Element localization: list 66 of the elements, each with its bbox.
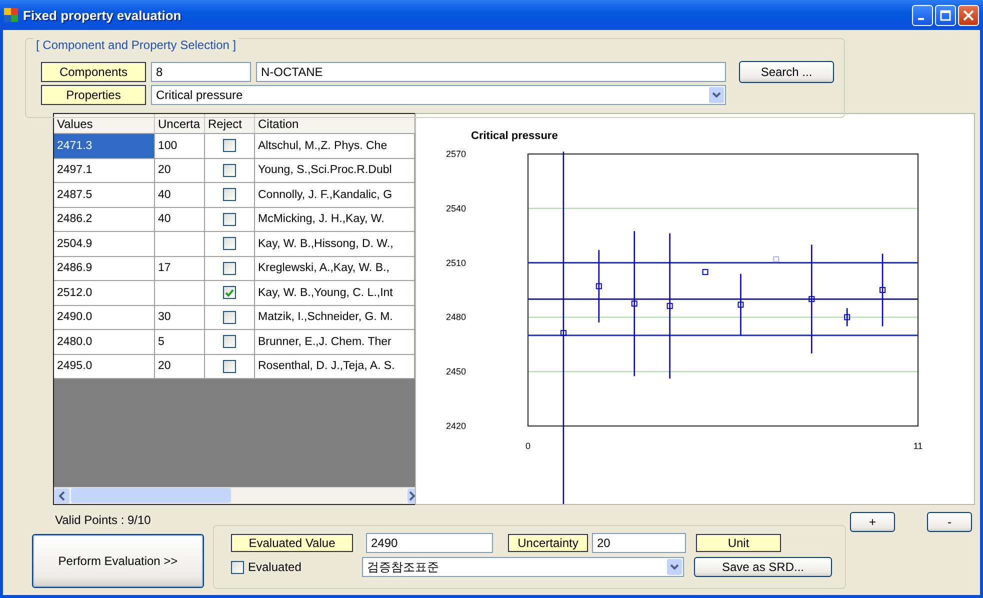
uncertainty-cell[interactable]: 20 xyxy=(155,354,205,379)
app-icon xyxy=(4,8,18,22)
search-button[interactable]: Search ... xyxy=(739,61,834,83)
scroll-thumb[interactable] xyxy=(71,488,231,503)
checkbox[interactable] xyxy=(223,237,236,250)
zoom-out-button[interactable]: - xyxy=(927,512,972,532)
data-point xyxy=(844,308,850,326)
x-tick-label: 0 xyxy=(526,441,530,451)
point xyxy=(596,283,602,290)
minimize-icon xyxy=(918,18,924,20)
point xyxy=(666,302,673,309)
data-point xyxy=(773,256,780,262)
point xyxy=(738,302,744,308)
scroll-left-icon[interactable] xyxy=(54,488,70,504)
maximize-icon xyxy=(940,10,951,20)
evaluated-label[interactable]: Evaluated xyxy=(248,560,302,574)
x-tick-label: 11 xyxy=(913,441,923,451)
evaluated-value-field[interactable]: 2490 xyxy=(366,533,493,553)
components-label: Components xyxy=(41,62,146,82)
valid-points-text: Valid Points : 9/10 xyxy=(55,513,152,527)
unit-label: Unit xyxy=(696,534,781,552)
checkbox[interactable] xyxy=(223,310,236,324)
data-point xyxy=(702,269,708,276)
perform-evaluation-button[interactable]: Perform Evaluation >> xyxy=(32,534,204,588)
point xyxy=(631,300,638,307)
group-title: [ Component and Property Selection ] xyxy=(34,38,238,52)
save-as-srd-button[interactable]: Save as SRD... xyxy=(694,557,832,577)
point xyxy=(844,314,850,320)
checkbox[interactable] xyxy=(223,335,236,348)
property-dropdown[interactable]: Critical pressure xyxy=(151,85,726,105)
value-cell[interactable]: 2495.0 xyxy=(54,354,155,379)
checkbox[interactable] xyxy=(223,212,236,226)
y-tick-label: 2480 xyxy=(446,312,466,322)
checkbox[interactable] xyxy=(223,188,236,202)
y-tick-label: 2450 xyxy=(446,366,466,377)
point xyxy=(560,330,566,336)
scroll-right-icon[interactable] xyxy=(407,488,415,504)
y-tick-label: 2420 xyxy=(446,421,466,431)
point xyxy=(808,296,815,302)
uncertainty-label: Uncertainty xyxy=(508,534,588,552)
checkbox[interactable] xyxy=(223,139,236,152)
window-title: Fixed property evaluation xyxy=(23,8,182,22)
y-tick-label: 2510 xyxy=(446,258,466,268)
horizontal-scrollbar[interactable] xyxy=(54,487,415,504)
y-tick-label: 2540 xyxy=(446,203,466,214)
value-cell[interactable]: 2471.3 xyxy=(54,134,155,158)
close-icon xyxy=(963,10,974,20)
maximize-button[interactable] xyxy=(935,4,956,26)
zoom-in-button[interactable]: + xyxy=(850,512,895,532)
component-id-field[interactable]: 8 xyxy=(151,62,251,82)
checkbox[interactable] xyxy=(223,164,236,177)
data-point xyxy=(738,274,744,336)
checkbox[interactable] xyxy=(223,360,236,373)
minimize-button[interactable] xyxy=(912,4,933,26)
uncertainty-field[interactable]: 20 xyxy=(592,533,686,553)
point xyxy=(880,287,886,293)
chart-title: Critical pressure xyxy=(471,130,558,142)
checkbox[interactable] xyxy=(231,560,244,574)
checkbox[interactable] xyxy=(223,262,236,275)
checkbox[interactable] xyxy=(223,286,236,300)
close-button[interactable] xyxy=(958,4,979,26)
component-name-field[interactable]: N-OCTANE xyxy=(256,62,726,82)
evaluated-value-label: Evaluated Value xyxy=(231,534,353,552)
properties-label: Properties xyxy=(41,85,146,105)
y-tick-label: 2570 xyxy=(446,149,466,159)
reference-dropdown[interactable]: 검증참조표준 xyxy=(362,557,684,577)
